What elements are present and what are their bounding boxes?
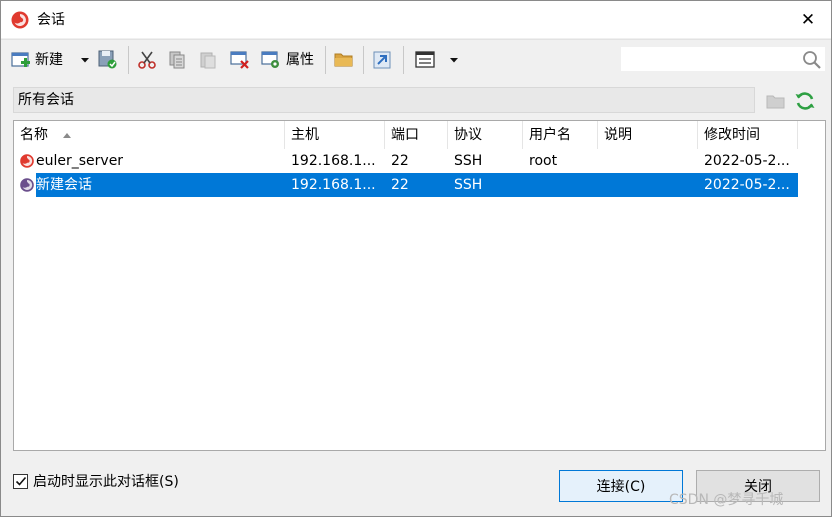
cell-port: 22 (391, 177, 409, 193)
folder-up-icon (766, 95, 785, 109)
new-session-button[interactable]: 新建 (11, 48, 63, 72)
session-path-label: 所有会话 (18, 92, 74, 108)
toolbar: 新建 属性 (1, 39, 831, 79)
folder-icon (334, 53, 353, 67)
cut-button[interactable] (137, 48, 157, 72)
toolbar-separator (403, 46, 404, 74)
window-title: 会话 (37, 12, 65, 28)
copy-button[interactable] (167, 48, 187, 72)
properties-label: 属性 (286, 52, 314, 68)
folder-up-button[interactable] (765, 90, 787, 116)
watermark: CSDN @梦寻千城 (669, 492, 784, 508)
column-header-port[interactable]: 端口 (385, 121, 448, 149)
copy-icon (169, 51, 185, 69)
cell-host: 192.168.1... (291, 177, 376, 193)
cell-protocol: SSH (454, 177, 483, 193)
list-header: 名称 主机 端口 协议 用户名 说明 修改时间 (14, 121, 825, 149)
toolbar-separator (325, 46, 326, 74)
new-folder-button[interactable] (333, 48, 355, 72)
properties-button[interactable]: 属性 (260, 48, 314, 72)
toolbar-separator (128, 46, 129, 74)
cell-protocol: SSH (454, 153, 483, 169)
connect-button[interactable]: 连接(C) (559, 470, 683, 502)
search-icon[interactable] (801, 49, 823, 71)
new-session-label: 新建 (35, 52, 63, 68)
chevron-down-icon (450, 58, 458, 63)
properties-icon (261, 51, 279, 68)
checkbox-box[interactable] (13, 473, 28, 489)
paste-button[interactable] (198, 48, 218, 72)
window-close-button[interactable]: ✕ (785, 1, 831, 38)
show-on-startup-label: 启动时显示此对话框(S) (33, 474, 179, 490)
table-row[interactable]: 新建会话 192.168.1... 22 SSH 2022-05-2... (14, 173, 825, 197)
show-on-startup-checkbox[interactable]: 启动时显示此对话框(S) (13, 471, 179, 491)
session-path-bar: 所有会话 (13, 87, 755, 113)
toolbar-separator (363, 46, 364, 74)
path-tools (765, 89, 825, 113)
column-header-modified[interactable]: 修改时间 (698, 121, 798, 149)
cell-modified: 2022-05-2... (704, 177, 790, 193)
table-row[interactable]: euler_server 192.168.1... 22 SSH root 20… (14, 149, 825, 173)
cell-modified: 2022-05-2... (704, 153, 790, 169)
column-header-username[interactable]: 用户名 (523, 121, 598, 149)
new-dropdown-button[interactable] (79, 48, 91, 72)
session-search-input[interactable] (620, 46, 826, 72)
session-dialog: 会话 ✕ 新建 属性 所有会话 名称 主机 端口 协议 用户名 说明 修改时间 … (0, 0, 832, 517)
new-session-icon (11, 52, 30, 67)
cell-port: 22 (391, 153, 409, 169)
view-mode-button[interactable] (414, 48, 436, 72)
close-icon: ✕ (800, 9, 816, 30)
checkmark-icon (15, 476, 26, 486)
save-settings-icon (98, 50, 117, 69)
column-header-description[interactable]: 说明 (598, 121, 698, 149)
chevron-down-icon (81, 58, 89, 63)
column-header-name[interactable]: 名称 (14, 121, 285, 149)
cell-host: 192.168.1... (291, 153, 376, 169)
app-logo-icon (11, 11, 29, 29)
refresh-button[interactable] (793, 89, 817, 117)
cell-name: 新建会话 (36, 177, 92, 193)
cell-name: euler_server (36, 153, 124, 169)
cell-username: root (529, 153, 558, 169)
scissors-icon (138, 51, 156, 69)
sort-ascending-icon (63, 133, 71, 138)
paste-icon (200, 52, 216, 69)
create-shortcut-button[interactable] (372, 48, 392, 72)
session-list[interactable]: 名称 主机 端口 协议 用户名 说明 修改时间 euler_server 192… (13, 120, 826, 451)
column-header-protocol[interactable]: 协议 (448, 121, 523, 149)
cell-description (598, 149, 698, 173)
cell-description (598, 173, 698, 197)
title-bar: 会话 ✕ (1, 1, 831, 38)
delete-session-icon (230, 51, 249, 69)
view-dropdown-button[interactable] (448, 48, 460, 72)
cell-username (523, 173, 598, 197)
search-input[interactable] (621, 47, 799, 71)
shortcut-arrow-icon (373, 51, 391, 69)
delete-button[interactable] (229, 48, 251, 72)
column-header-host[interactable]: 主机 (285, 121, 385, 149)
save-session-button[interactable] (97, 48, 119, 72)
list-view-icon (415, 51, 435, 68)
refresh-icon (795, 92, 815, 110)
